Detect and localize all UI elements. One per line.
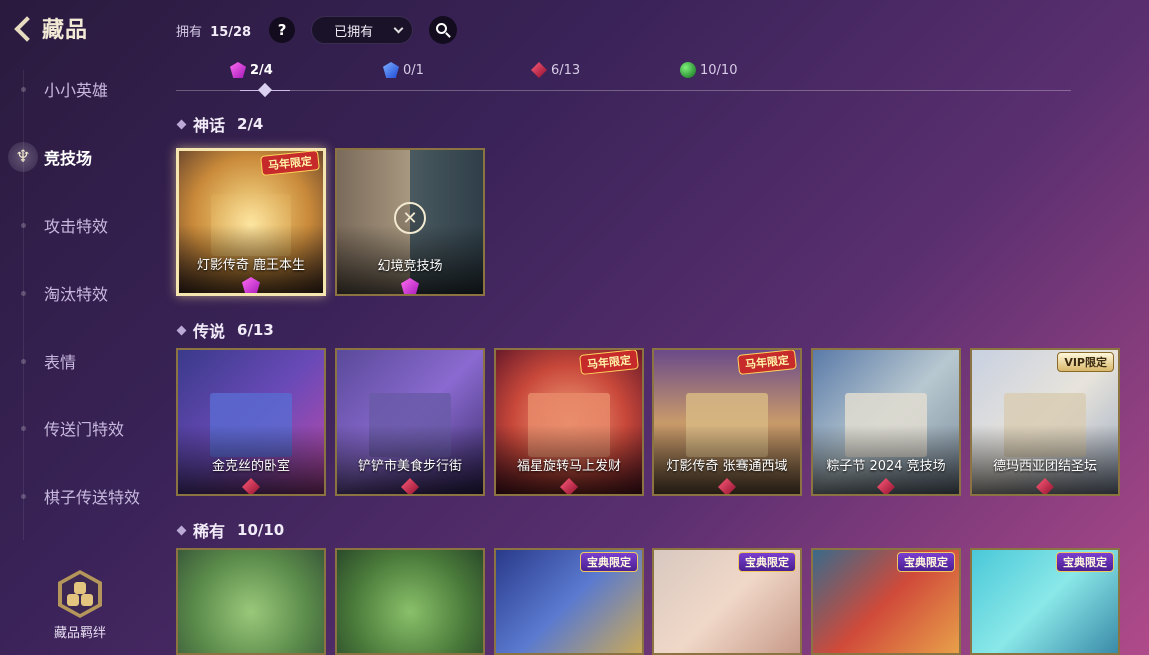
sidebar-item-portal-effects[interactable]: 传送门特效 xyxy=(0,408,160,448)
bullet-icon xyxy=(21,425,26,431)
section-label: 神话 xyxy=(193,116,226,135)
mythic-gem-icon xyxy=(230,62,246,78)
tab-count: 2/4 xyxy=(250,62,273,78)
bullet-icon xyxy=(21,358,26,364)
section-title-legendary: 传说 6/13 xyxy=(176,318,274,342)
card-name: 德玛西亚团结圣坛 xyxy=(992,459,1097,474)
arena-card[interactable] xyxy=(335,548,485,655)
section-label: 传说 xyxy=(193,322,226,341)
chevron-left-icon xyxy=(10,14,38,42)
chevron-down-icon xyxy=(393,23,404,33)
search-button[interactable] xyxy=(429,16,458,44)
back-button[interactable]: 藏品 xyxy=(10,12,88,44)
sidebar-item-label: 棋子传送特效 xyxy=(44,488,141,507)
owned-label: 拥有 xyxy=(176,24,203,40)
pass-limited-badge: 宝典限定 xyxy=(580,552,638,572)
card-name: 粽子节 2024 竞技场 xyxy=(826,459,946,474)
sidebar-item-label: 攻击特效 xyxy=(44,217,109,236)
sidebar: 藏品 小小英雄 ♆ 竞技场 攻击特效 淘汰特效 表情 传送门特效 棋子传送特效 xyxy=(0,0,160,655)
sidebar-item-unit-teleport-effects[interactable]: 棋子传送特效 xyxy=(0,476,160,516)
sidebar-item-arena[interactable]: ♆ 竞技场 xyxy=(0,137,160,177)
arena-card[interactable]: 金克丝的卧室 xyxy=(176,348,326,496)
arena-card[interactable]: VIP限定 德玛西亚团结圣坛 xyxy=(970,348,1120,496)
sidebar-item-elimination-effects[interactable]: 淘汰特效 xyxy=(0,273,160,313)
card-name: 灯影传奇 张骞通西域 xyxy=(666,459,788,474)
arena-icon: ♆ xyxy=(8,142,38,172)
card-name: 福星旋转马上发财 xyxy=(516,459,621,474)
bullet-icon xyxy=(21,86,26,92)
help-button[interactable]: ? xyxy=(269,17,296,43)
active-tab-indicator xyxy=(240,82,290,98)
arena-card[interactable]: 宝典限定 xyxy=(970,548,1120,655)
rarity-tabs: 2/4 0/1 6/13 10/10 xyxy=(176,58,1071,98)
tab-count: 0/1 xyxy=(403,62,424,78)
emerald-gem-icon xyxy=(680,62,696,78)
tab-sapphire[interactable]: 0/1 xyxy=(383,62,424,78)
sidebar-item-label: 小小英雄 xyxy=(44,81,109,100)
card-name: 灯影传奇 鹿王本生 xyxy=(196,258,306,273)
arena-card[interactable] xyxy=(176,548,326,655)
card-name: 幻境竞技场 xyxy=(377,259,443,274)
bullet-icon xyxy=(21,290,26,296)
card-name: 铲铲市美食步行街 xyxy=(357,459,462,474)
section-title-mythic: 神话 2/4 xyxy=(176,112,264,136)
sapphire-gem-icon xyxy=(383,62,399,78)
ownership-filter-select[interactable]: 已拥有 xyxy=(311,16,414,44)
arena-card[interactable]: 宝典限定 xyxy=(494,548,644,655)
owned-value: 15/28 xyxy=(210,24,252,40)
ruby-gem-icon xyxy=(531,62,547,78)
diamond-bullet-icon xyxy=(176,119,187,129)
collection-bond-button[interactable]: 藏品羁绊 xyxy=(40,570,120,641)
arena-thumbnail xyxy=(178,550,324,653)
sidebar-item-emotes[interactable]: 表情 xyxy=(0,341,160,381)
owned-count: 拥有 15/28 xyxy=(176,21,251,40)
arena-card[interactable]: ✕ 幻境竞技场 xyxy=(335,148,485,296)
collection-bond-label: 藏品羁绊 xyxy=(53,626,106,641)
section-label: 稀有 xyxy=(193,522,226,541)
diamond-bullet-icon xyxy=(176,325,187,335)
pass-limited-badge: 宝典限定 xyxy=(738,552,796,572)
sidebar-item-label: 淘汰特效 xyxy=(44,285,109,304)
page-title: 藏品 xyxy=(42,18,89,43)
sidebar-item-little-legends[interactable]: 小小英雄 xyxy=(0,69,160,109)
bullet-icon xyxy=(21,222,26,228)
diamond-bullet-icon xyxy=(176,525,187,535)
question-icon: ? xyxy=(277,21,287,39)
sidebar-item-label: 表情 xyxy=(44,353,77,372)
pass-limited-badge: 宝典限定 xyxy=(1056,552,1114,572)
section-count: 2/4 xyxy=(237,115,264,133)
arena-card[interactable]: 铲铲市美食步行街 xyxy=(335,348,485,496)
tab-rare[interactable]: 10/10 xyxy=(680,62,737,78)
arena-card[interactable]: 马年限定 灯影传奇 鹿王本生 xyxy=(176,148,326,296)
tab-mythic[interactable]: 2/4 xyxy=(230,62,273,78)
honeycomb-icon xyxy=(58,570,102,618)
vip-limited-badge: VIP限定 xyxy=(1057,352,1114,372)
card-name: 金克丝的卧室 xyxy=(211,459,290,474)
arena-card[interactable]: 宝典限定 xyxy=(811,548,961,655)
arena-card[interactable]: 宝典限定 xyxy=(652,548,802,655)
tab-count: 10/10 xyxy=(700,62,738,78)
tabs-divider xyxy=(176,90,1071,91)
wrench-icon: ✕ xyxy=(394,202,426,234)
arena-thumbnail xyxy=(337,550,483,653)
sidebar-item-attack-effects[interactable]: 攻击特效 xyxy=(0,205,160,245)
arena-card[interactable]: 马年限定 灯影传奇 张骞通西域 xyxy=(652,348,802,496)
filter-value: 已拥有 xyxy=(334,24,374,40)
arena-card[interactable]: 马年限定 福星旋转马上发财 xyxy=(494,348,644,496)
tab-legendary[interactable]: 6/13 xyxy=(531,62,580,78)
pass-limited-badge: 宝典限定 xyxy=(897,552,955,572)
toolbar: 拥有 15/28 ? 已拥有 xyxy=(176,15,458,45)
section-count: 6/13 xyxy=(237,321,274,339)
tab-count: 6/13 xyxy=(551,62,581,78)
bullet-icon xyxy=(21,493,26,499)
section-title-rare: 稀有 10/10 xyxy=(176,518,285,542)
section-count: 10/10 xyxy=(237,521,285,539)
arena-card[interactable]: 粽子节 2024 竞技场 xyxy=(811,348,961,496)
sidebar-item-label: 传送门特效 xyxy=(44,420,125,439)
sidebar-item-label: 竞技场 xyxy=(44,149,93,168)
